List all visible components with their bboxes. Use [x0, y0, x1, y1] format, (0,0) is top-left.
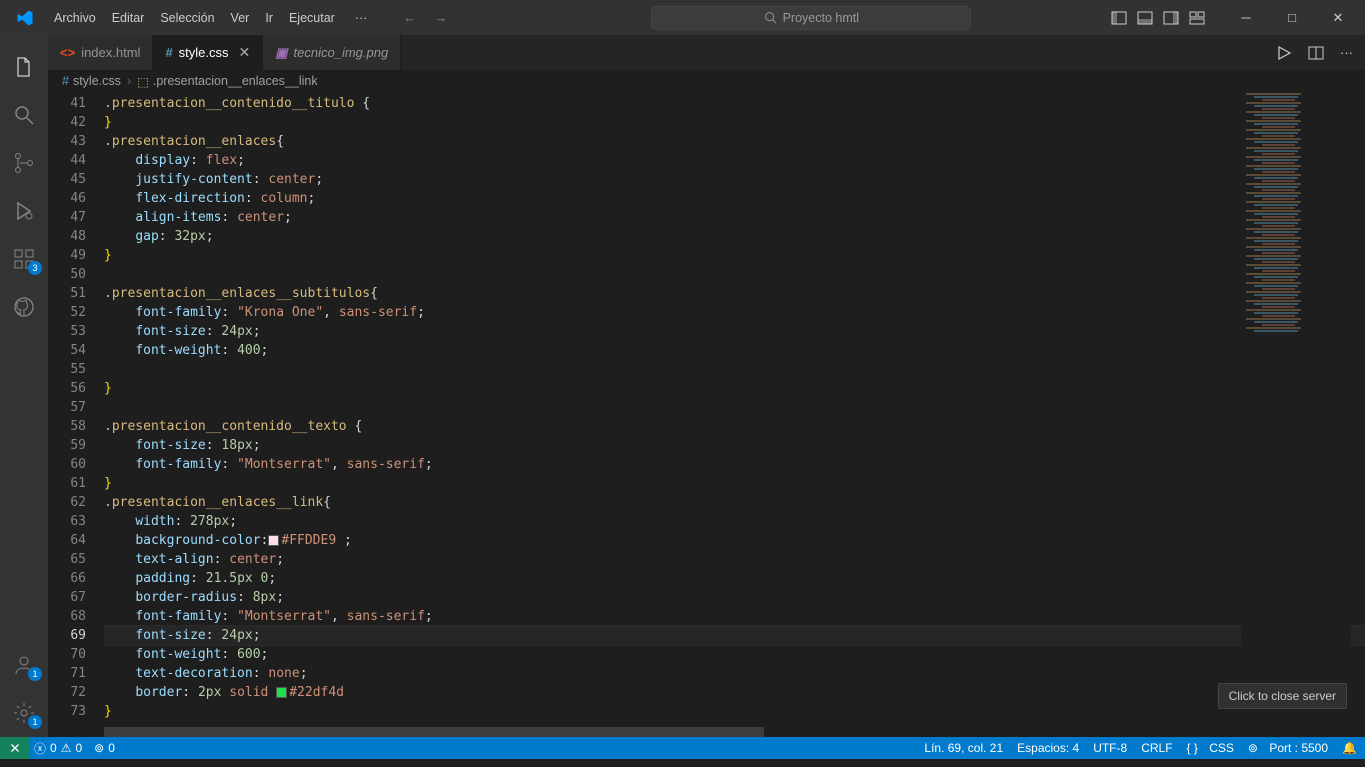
account-icon[interactable]: 1 [0, 641, 48, 689]
editor-body[interactable]: 4142434445464748495051525354555657585960… [48, 92, 1365, 737]
menu-bar[interactable]: ArchivoEditarSelecciónVerIrEjecutar [46, 7, 343, 29]
vscode-logo-icon [8, 9, 42, 27]
layout-custom-icon[interactable] [1189, 10, 1205, 26]
remote-indicator-icon[interactable] [0, 737, 30, 759]
command-center-search[interactable]: Proyecto hmtl [651, 6, 971, 30]
title-bar: ArchivoEditarSelecciónVerIrEjecutar ··· … [0, 0, 1365, 35]
tab-style-css[interactable]: # style.css ✕ [153, 35, 263, 70]
status-language[interactable]: { } CSS [1187, 741, 1234, 755]
editor-tabs: <>index.html#style.css✕▣tecnico_img.png … [48, 35, 1365, 70]
window-close-icon[interactable]: ✕ [1319, 4, 1357, 32]
settings-badge: 1 [28, 715, 42, 729]
menu-overflow-icon[interactable]: ··· [347, 7, 376, 29]
html-file-icon: <> [60, 45, 75, 60]
menu-editar[interactable]: Editar [104, 7, 153, 29]
extensions-icon[interactable]: 3 [0, 235, 48, 283]
status-bar: ⓧ0 ⚠0 ⊚0 Lín. 69, col. 21 Espacios: 4 UT… [0, 737, 1365, 759]
menu-ir[interactable]: Ir [257, 7, 281, 29]
status-eol[interactable]: CRLF [1141, 741, 1172, 755]
breadcrumbs[interactable]: # style.css › ⬚ .presentacion__enlaces__… [48, 70, 1365, 92]
css-file-icon: # [62, 74, 69, 88]
radio-icon: ⊚ [94, 741, 104, 755]
status-spaces[interactable]: Espacios: 4 [1017, 741, 1079, 755]
status-cursor[interactable]: Lín. 69, col. 21 [924, 741, 1003, 755]
nav-back-icon[interactable]: ← [403, 10, 416, 25]
breadcrumb-symbol: .presentacion__enlaces__link [153, 74, 318, 88]
github-icon[interactable] [0, 283, 48, 331]
run-icon[interactable] [1276, 45, 1292, 61]
extensions-badge: 3 [28, 261, 42, 275]
window-minimize-icon[interactable]: ─ [1227, 4, 1265, 32]
tooltip: Click to close server [1218, 683, 1347, 709]
settings-gear-icon[interactable]: 1 [0, 689, 48, 737]
account-badge: 1 [28, 667, 42, 681]
nav-forward-icon[interactable]: → [434, 10, 447, 25]
status-bell-icon[interactable]: 🔔 [1342, 741, 1357, 755]
tab-label: index.html [81, 45, 140, 60]
layout-right-icon[interactable] [1163, 10, 1179, 26]
split-editor-icon[interactable] [1308, 45, 1324, 61]
error-icon: ⓧ [34, 740, 46, 757]
line-gutter: 4142434445464748495051525354555657585960… [48, 92, 104, 737]
status-problems[interactable]: ⓧ0 ⚠0 [34, 740, 82, 757]
search-icon [764, 11, 777, 24]
search-icon[interactable] [0, 91, 48, 139]
tab-index-html[interactable]: <> index.html [48, 35, 153, 70]
horizontal-scrollbar[interactable] [104, 727, 764, 737]
minimap[interactable] [1241, 92, 1351, 737]
tab-label: style.css [179, 45, 229, 60]
status-live-server[interactable]: ⊚ Port : 5500 [1248, 741, 1328, 755]
close-icon[interactable]: ✕ [239, 44, 251, 61]
menu-ver[interactable]: Ver [223, 7, 258, 29]
menu-archivo[interactable]: Archivo [46, 7, 104, 29]
color-swatch-icon [276, 687, 287, 698]
broadcast-icon: ⊚ [1248, 741, 1258, 755]
color-swatch-icon [268, 535, 279, 546]
code-content[interactable]: .presentacion__contenido__titulo {}.pres… [104, 92, 1365, 737]
explorer-icon[interactable] [0, 43, 48, 91]
tab-label: tecnico_img.png [294, 45, 389, 60]
css-file-icon: # [165, 45, 172, 60]
menu-ejecutar[interactable]: Ejecutar [281, 7, 343, 29]
activity-bar: 3 1 1 [0, 35, 48, 737]
layout-bottom-icon[interactable] [1137, 10, 1153, 26]
warning-icon: ⚠ [61, 741, 72, 755]
run-debug-icon[interactable] [0, 187, 48, 235]
breadcrumb-file: style.css [73, 74, 121, 88]
status-radio[interactable]: ⊚0 [94, 741, 115, 755]
tab-tecnico_img-png[interactable]: ▣ tecnico_img.png [263, 35, 401, 70]
source-control-icon[interactable] [0, 139, 48, 187]
status-encoding[interactable]: UTF-8 [1093, 741, 1127, 755]
more-actions-icon[interactable]: ··· [1340, 45, 1353, 60]
layout-left-icon[interactable] [1111, 10, 1127, 26]
menu-selección[interactable]: Selección [152, 7, 222, 29]
img-file-icon: ▣ [275, 45, 287, 61]
css-symbol-icon: ⬚ [137, 74, 149, 89]
title-right-controls: ─ □ ✕ [1111, 4, 1357, 32]
window-maximize-icon[interactable]: □ [1273, 4, 1311, 32]
search-placeholder: Proyecto hmtl [783, 11, 859, 25]
